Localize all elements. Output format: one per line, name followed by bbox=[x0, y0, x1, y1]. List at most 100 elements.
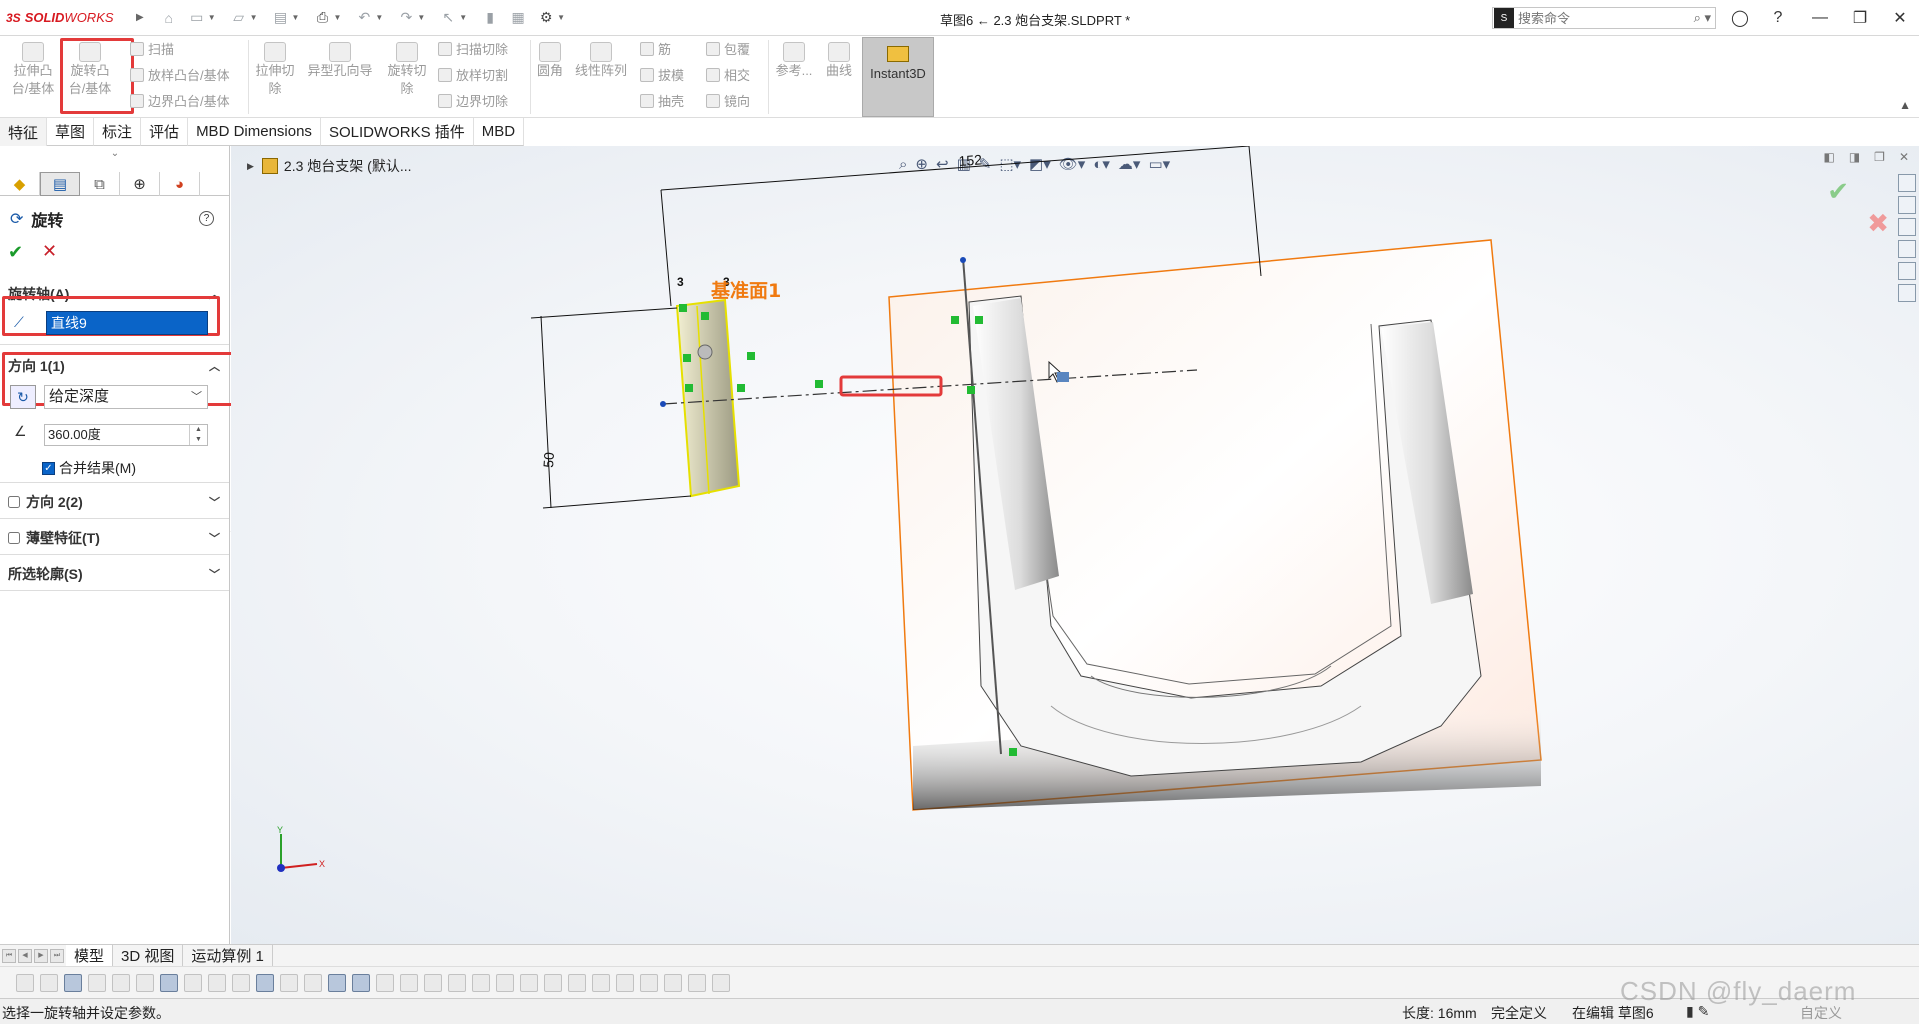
new-dropdown-icon[interactable]: ▼ bbox=[208, 13, 216, 22]
first-tab-icon[interactable]: ⏮ bbox=[2, 948, 16, 963]
filter-connection-points-icon[interactable] bbox=[640, 973, 658, 992]
extrude-boss-button[interactable]: 拉伸凸 台/基体 bbox=[8, 36, 58, 98]
tab-features[interactable]: 特征 bbox=[0, 118, 48, 146]
extrude-cut-button[interactable]: 拉伸切 除 bbox=[252, 36, 298, 98]
tab-3d-views[interactable]: 3D 视图 bbox=[113, 944, 184, 967]
select-all-icon[interactable] bbox=[88, 973, 106, 992]
sketch-endpoint[interactable] bbox=[660, 401, 666, 407]
filter-axes-icon[interactable] bbox=[232, 973, 250, 992]
dimension-50[interactable]: 50 bbox=[540, 451, 557, 468]
tab-markup[interactable]: 标注 bbox=[94, 118, 142, 146]
filter-datum-features-icon[interactable] bbox=[544, 973, 562, 992]
print-dropdown-icon[interactable]: ▼ bbox=[333, 13, 341, 22]
help-icon[interactable]: ? bbox=[1766, 6, 1790, 30]
open-dropdown-icon[interactable]: ▼ bbox=[250, 13, 258, 22]
revolve-cut-button[interactable]: 旋转切 除 bbox=[382, 36, 432, 98]
search-input[interactable] bbox=[1518, 10, 1678, 26]
home-icon[interactable]: ⌂ bbox=[158, 7, 180, 29]
direction2-checkbox[interactable] bbox=[8, 496, 20, 508]
property-manager-tab[interactable]: ▤ bbox=[40, 172, 80, 196]
filter-datum-targets-icon[interactable] bbox=[520, 973, 538, 992]
ok-button[interactable]: ✔ bbox=[8, 242, 23, 263]
select-pointer-icon[interactable]: ↖ bbox=[437, 7, 459, 29]
open-folder-icon[interactable]: ▱ bbox=[228, 7, 250, 29]
last-tab-icon[interactable]: ⏭ bbox=[50, 948, 64, 963]
relation-marker[interactable] bbox=[701, 312, 709, 320]
help-question-icon[interactable]: ? bbox=[199, 211, 214, 226]
merge-result-checkbox[interactable]: ✓ bbox=[42, 461, 55, 475]
solidworks-logo[interactable]: 3S SOLID WORKS bbox=[0, 10, 136, 25]
intersect-button[interactable]: 相交 bbox=[706, 67, 750, 85]
redo-dropdown-icon[interactable]: ▼ bbox=[417, 13, 425, 22]
wrap-button[interactable]: 包覆 bbox=[706, 41, 750, 59]
select-dropdown-icon[interactable]: ▼ bbox=[459, 13, 467, 22]
filter-routing-points-icon[interactable] bbox=[664, 973, 682, 992]
reverse-direction-icon[interactable]: ↻ bbox=[10, 385, 36, 409]
rib-button[interactable]: 筋 bbox=[640, 41, 671, 59]
restore-button[interactable]: ❐ bbox=[1848, 6, 1872, 30]
filter-sketch-segments-icon[interactable] bbox=[328, 973, 346, 992]
panel-splitter-handle[interactable]: ⌄ bbox=[0, 146, 230, 162]
angle-input[interactable]: 360.00度 ▲ ▼ bbox=[44, 424, 208, 446]
tab-sketch[interactable]: 草图 bbox=[47, 118, 95, 146]
filter-dowel-pins-icon[interactable] bbox=[616, 973, 634, 992]
save-dropdown-icon[interactable]: ▼ bbox=[292, 13, 300, 22]
minimize-button[interactable]: — bbox=[1808, 6, 1832, 30]
shell-button[interactable]: 抽壳 bbox=[640, 93, 684, 111]
options-gear-icon[interactable]: ⚙ bbox=[535, 7, 557, 29]
filter-center-marks-icon[interactable] bbox=[304, 973, 322, 992]
sketch-center-point[interactable] bbox=[697, 344, 713, 360]
filter-geometric-tolerance-icon[interactable] bbox=[424, 973, 442, 992]
filter-edges-icon[interactable] bbox=[136, 973, 154, 992]
rebuild-icon[interactable]: ▮ bbox=[479, 7, 501, 29]
filter-faces-icon[interactable] bbox=[160, 973, 178, 992]
filter-solid-bodies-icon[interactable] bbox=[208, 973, 226, 992]
filter-vertices-icon[interactable] bbox=[112, 973, 130, 992]
filter-notes-icon[interactable] bbox=[448, 973, 466, 992]
relation-marker[interactable] bbox=[747, 352, 755, 360]
filter-all-icon[interactable] bbox=[64, 973, 82, 992]
filter-balloons-icon[interactable] bbox=[472, 973, 490, 992]
loft-button[interactable]: 放样凸台/基体 bbox=[130, 67, 230, 85]
relation-marker[interactable] bbox=[1009, 748, 1017, 756]
dimxpert-manager-tab[interactable]: ⊕ bbox=[120, 172, 160, 196]
search-icon[interactable]: ⌕ ▾ bbox=[1694, 10, 1711, 26]
new-document-icon[interactable]: ▭ bbox=[186, 7, 208, 29]
relation-marker[interactable] bbox=[685, 384, 693, 392]
fillet-button[interactable]: 圆角 bbox=[532, 36, 568, 80]
axis-selection-field[interactable]: 直线9 bbox=[46, 311, 208, 335]
relation-marker[interactable] bbox=[737, 384, 745, 392]
filter-center-lines-icon[interactable] bbox=[712, 973, 730, 992]
filter-blocks-icon[interactable] bbox=[568, 973, 586, 992]
lofted-cut-button[interactable]: 放样切割 bbox=[438, 67, 508, 85]
menu-expand-arrow-icon[interactable]: ▶ bbox=[136, 12, 144, 23]
command-search-box[interactable]: S ⌕ ▾ bbox=[1492, 7, 1716, 29]
linear-pattern-button[interactable]: 线性阵列 bbox=[572, 36, 630, 80]
filter-weld-symbols-icon[interactable] bbox=[496, 973, 514, 992]
end-condition-select[interactable]: 给定深度 ﹀ bbox=[44, 385, 208, 409]
filter-planes-icon[interactable] bbox=[256, 973, 274, 992]
sweep-button[interactable]: 扫描 bbox=[130, 41, 174, 59]
filter-surface-bodies-icon[interactable] bbox=[184, 973, 202, 992]
filter-sketch-points-icon[interactable] bbox=[280, 973, 298, 992]
print-icon[interactable]: ⎙ bbox=[311, 7, 333, 29]
display-manager-tab[interactable]: ◕ bbox=[160, 172, 200, 196]
next-tab-icon[interactable]: ▶ bbox=[34, 948, 48, 963]
save-icon[interactable]: ▤ bbox=[270, 7, 292, 29]
relation-marker[interactable] bbox=[951, 316, 959, 324]
merge-result-option[interactable]: ✓ 合并结果(M) bbox=[42, 458, 136, 478]
options-dropdown-icon[interactable]: ▼ bbox=[557, 13, 565, 22]
relation-marker[interactable] bbox=[967, 386, 975, 394]
toggle-filter-icon[interactable] bbox=[16, 973, 34, 992]
tab-solidworks-addins[interactable]: SOLIDWORKS 插件 bbox=[320, 118, 474, 146]
tab-mbd-dimensions[interactable]: MBD Dimensions bbox=[188, 118, 321, 146]
undo-dropdown-icon[interactable]: ▼ bbox=[375, 13, 383, 22]
instant3d-button[interactable]: Instant3D bbox=[862, 37, 934, 117]
tab-evaluate[interactable]: 评估 bbox=[141, 118, 189, 146]
filter-cosmetic-threads-icon[interactable] bbox=[592, 973, 610, 992]
hole-wizard-button[interactable]: 异型孔向导 bbox=[304, 36, 376, 80]
dimension-152[interactable]: 152 bbox=[958, 151, 983, 169]
filter-dimensions-icon[interactable] bbox=[376, 973, 394, 992]
tab-motion-study[interactable]: 运动算例 1 bbox=[183, 944, 273, 967]
tab-model[interactable]: 模型 bbox=[66, 944, 114, 967]
